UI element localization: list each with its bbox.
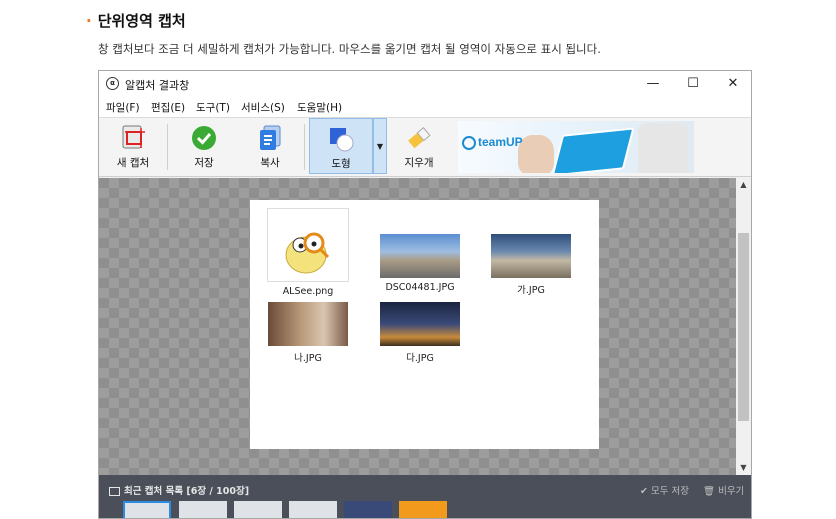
copy-icon bbox=[260, 125, 281, 150]
close-button[interactable]: ✕ bbox=[713, 71, 751, 97]
capture-canvas[interactable]: ALSee.png DSC04481.JPG 가.JPG 나.JPG 다.JPG bbox=[99, 178, 736, 475]
save-button[interactable]: 저장 bbox=[177, 118, 231, 176]
banner-tablet-image bbox=[551, 127, 635, 173]
photo-thumbnail bbox=[380, 302, 460, 346]
save-label: 저장 bbox=[194, 157, 214, 169]
file-name: 가.JPG bbox=[517, 285, 545, 296]
menu-bar: 파일(F) 편집(E) 도구(T) 서비스(S) 도움말(H) bbox=[99, 97, 751, 118]
menu-service[interactable]: 서비스(S) bbox=[241, 100, 285, 115]
recent-capture-thumbnail[interactable] bbox=[399, 501, 447, 518]
section-title: · 단위영역 캡처 bbox=[86, 10, 186, 31]
file-name: DSC04481.JPG bbox=[385, 282, 455, 293]
scroll-thumb[interactable] bbox=[738, 233, 749, 421]
shape-icon bbox=[330, 128, 354, 152]
vertical-scrollbar[interactable]: ▲ ▼ bbox=[736, 178, 751, 475]
recent-captures-title: 최근 캡처 목록 [6장 / 100장] bbox=[109, 483, 249, 497]
recent-capture-thumbnail[interactable] bbox=[179, 501, 227, 518]
copy-button[interactable]: 복사 bbox=[243, 118, 297, 176]
section-title-text: 단위영역 캡처 bbox=[97, 12, 186, 30]
teamup-ad-banner[interactable]: teamUP bbox=[458, 121, 694, 173]
clear-button[interactable]: 🗑 비우기 bbox=[703, 483, 744, 497]
save-all-button[interactable]: ✔ 모두 저장 bbox=[640, 483, 689, 497]
shape-dropdown-arrow-icon[interactable]: ▼ bbox=[373, 118, 387, 174]
file-item: DSC04481.JPG bbox=[374, 234, 466, 293]
eraser-button[interactable]: 지우개 bbox=[391, 118, 447, 176]
file-name: ALSee.png bbox=[282, 286, 334, 297]
save-check-icon bbox=[192, 126, 216, 150]
file-item: 다.JPG bbox=[374, 302, 466, 364]
app-logo-icon: α bbox=[106, 77, 119, 90]
shape-label: 도형 bbox=[331, 158, 351, 170]
menu-help[interactable]: 도움말(H) bbox=[297, 100, 342, 115]
recent-captures-panel: 최근 캡처 목록 [6장 / 100장] ✔ 모두 저장 🗑 비우기 bbox=[99, 475, 751, 518]
photo-thumbnail bbox=[268, 302, 348, 346]
scroll-up-icon[interactable]: ▲ bbox=[736, 178, 751, 192]
photo-thumbnail bbox=[491, 234, 571, 278]
title-bar: α 알캡처 결과창 — ☐ ✕ bbox=[99, 71, 751, 97]
recent-capture-thumbnail[interactable] bbox=[123, 501, 171, 518]
toolbar: 새 캡처 저장 복사 도형 ▼ 지우개 teamUP bbox=[99, 118, 751, 177]
section-description: 창 캡처보다 조금 더 세밀하게 캡처가 가능합니다. 마우스를 옮기면 캡처 … bbox=[98, 42, 601, 56]
scroll-down-icon[interactable]: ▼ bbox=[736, 461, 751, 475]
new-capture-icon bbox=[122, 125, 145, 149]
file-item: ALSee.png bbox=[262, 208, 354, 297]
photo-thumbnail bbox=[380, 234, 460, 278]
bullet-icon: · bbox=[86, 12, 92, 30]
banner-hand-image bbox=[518, 135, 554, 173]
captured-image: ALSee.png DSC04481.JPG 가.JPG 나.JPG 다.JPG bbox=[250, 200, 599, 449]
file-name: 나.JPG bbox=[294, 353, 322, 364]
copy-label: 복사 bbox=[260, 157, 280, 169]
recent-capture-thumbnail[interactable] bbox=[289, 501, 337, 518]
menu-tools[interactable]: 도구(T) bbox=[196, 100, 230, 115]
shape-button[interactable]: 도형 bbox=[309, 118, 373, 174]
minimize-button[interactable]: — bbox=[633, 71, 673, 97]
recent-capture-thumbnail[interactable] bbox=[344, 501, 392, 518]
banner-person-image bbox=[638, 123, 688, 173]
recent-capture-thumbnail[interactable] bbox=[234, 501, 282, 518]
window-title: 알캡처 결과창 bbox=[125, 79, 190, 92]
new-capture-label: 새 캡처 bbox=[116, 157, 150, 169]
maximize-button[interactable]: ☐ bbox=[673, 71, 713, 97]
file-item: 가.JPG bbox=[485, 234, 577, 296]
toolbar-separator bbox=[304, 124, 305, 170]
capture-result-window: α 알캡처 결과창 — ☐ ✕ 파일(F) 편집(E) 도구(T) 서비스(S)… bbox=[98, 70, 752, 519]
eraser-label: 지우개 bbox=[404, 157, 434, 169]
alsee-icon bbox=[267, 208, 349, 282]
file-item: 나.JPG bbox=[262, 302, 354, 364]
menu-edit[interactable]: 편집(E) bbox=[151, 100, 185, 115]
toolbar-separator bbox=[167, 124, 168, 170]
new-capture-button[interactable]: 새 캡처 bbox=[105, 118, 161, 176]
menu-file[interactable]: 파일(F) bbox=[106, 100, 140, 115]
eraser-icon bbox=[408, 127, 431, 149]
file-name: 다.JPG bbox=[406, 353, 434, 364]
window-icon bbox=[109, 487, 120, 496]
teamup-logo: teamUP bbox=[462, 135, 523, 150]
